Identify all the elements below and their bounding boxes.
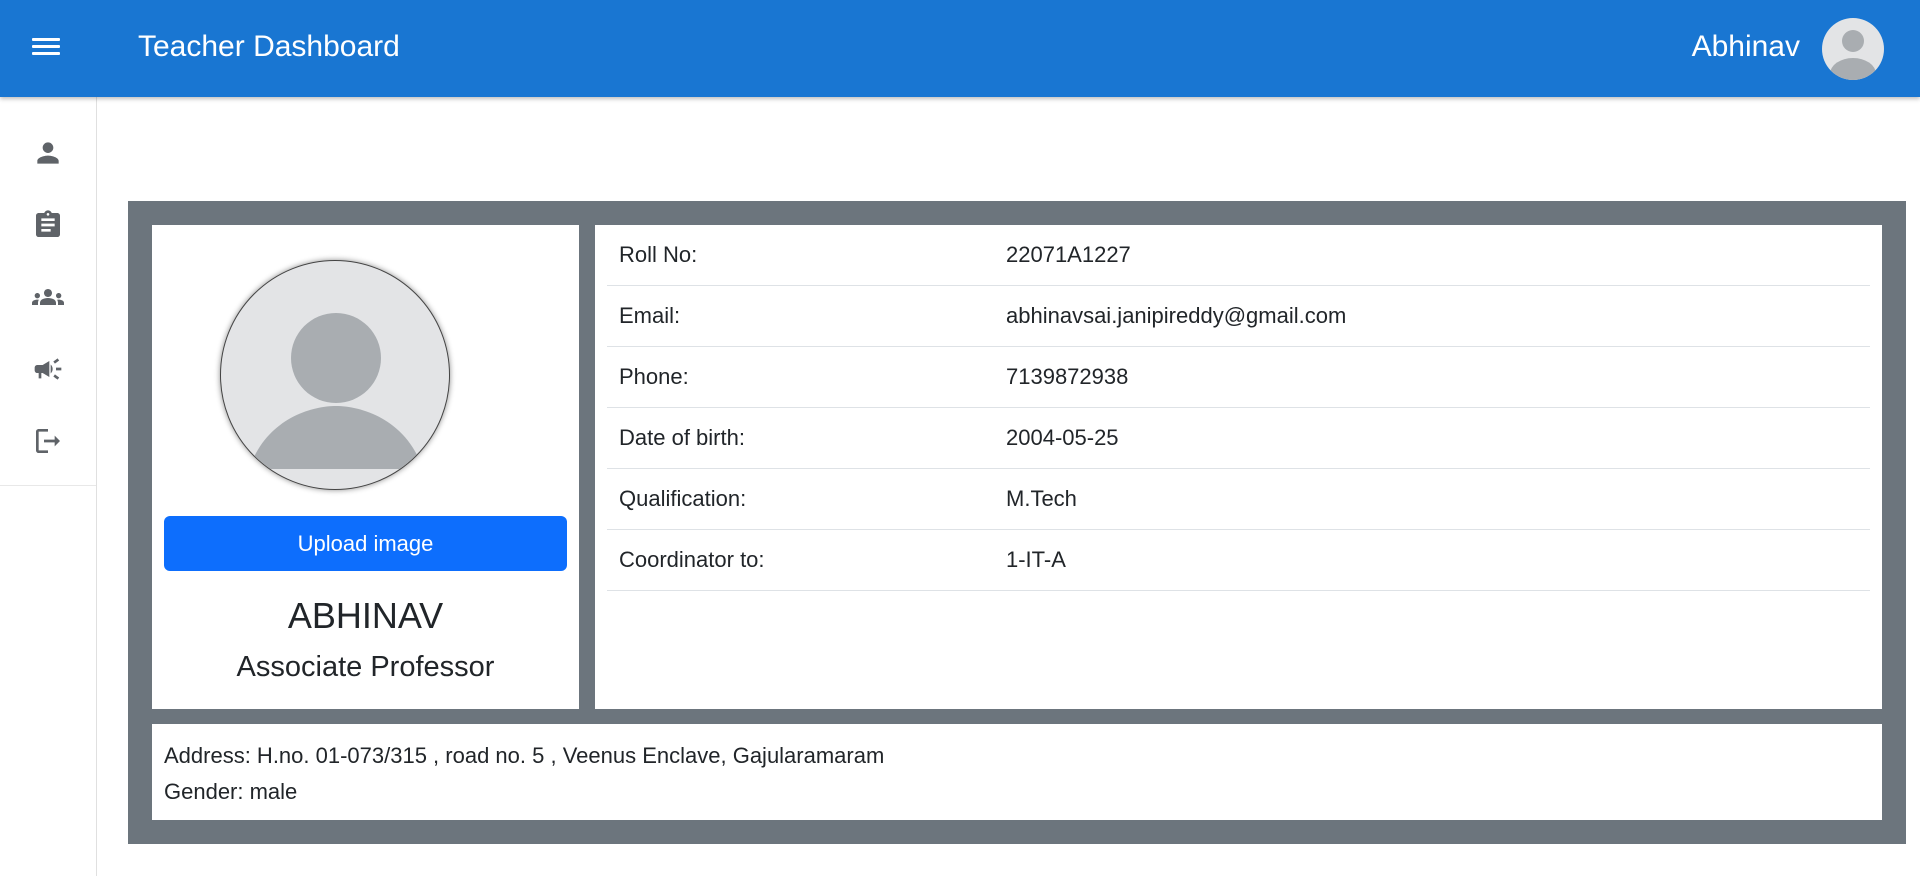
sidebar-item-students[interactable] (0, 261, 96, 333)
groups-icon (32, 289, 64, 305)
detail-value: M.Tech (1006, 486, 1077, 511)
detail-row-coordinator: Coordinator to: 1-IT-A (607, 530, 1870, 591)
detail-value: abhinavsai.janipireddy@gmail.com (1006, 303, 1347, 328)
detail-value: 2004-05-25 (1006, 425, 1119, 450)
detail-label: Coordinator to: (619, 547, 765, 572)
person-icon (37, 142, 59, 164)
address-card: Address: H.no. 01-073/315 , road no. 5 ,… (152, 724, 1882, 820)
detail-label: Email: (619, 303, 681, 328)
avatar-placeholder-icon (249, 313, 423, 469)
address-text: Address: H.no. 01-073/315 , road no. 5 ,… (164, 743, 885, 768)
detail-label: Phone: (619, 364, 689, 389)
profile-container: Upload image ABHINAV Associate Professor… (128, 201, 1906, 844)
logout-icon (36, 429, 60, 453)
user-avatar[interactable] (1822, 18, 1884, 80)
detail-row-roll-no: Roll No: 22071A1227 (607, 225, 1870, 286)
detail-value: 22071A1227 (1006, 242, 1131, 267)
sidebar-item-announcements[interactable] (0, 333, 96, 405)
app-title: Teacher Dashboard (138, 30, 400, 63)
detail-label: Roll No: (619, 242, 698, 267)
detail-value: 7139872938 (1006, 364, 1129, 389)
campaign-icon (34, 358, 62, 380)
detail-row-phone: Phone: 7139872938 (607, 347, 1870, 408)
sidebar-list (0, 97, 96, 486)
gender-text: Gender: male (164, 779, 298, 804)
menu-icon[interactable] (32, 34, 62, 64)
teacher-designation: Associate Professor (236, 651, 495, 683)
detail-value: 1-IT-A (1006, 547, 1066, 572)
user-name[interactable]: Abhinav (1692, 30, 1800, 64)
detail-row-qualification: Qualification: M.Tech (607, 469, 1870, 530)
clipboard-icon (36, 210, 60, 237)
detail-label: Qualification: (619, 486, 747, 511)
sidebar-item-logout[interactable] (0, 405, 96, 477)
detail-row-dob: Date of birth: 2004-05-25 (607, 408, 1870, 469)
sidebar-item-profile[interactable] (0, 117, 96, 189)
sidebar (0, 97, 97, 876)
detail-label: Date of birth: (619, 425, 745, 450)
teacher-name: ABHINAV (287, 595, 444, 636)
profile-avatar (220, 260, 450, 490)
detail-row-email: Email: abhinavsai.janipireddy@gmail.com (607, 286, 1870, 347)
details-card: Roll No: 22071A1227 Email: abhinavsai.ja… (595, 225, 1882, 709)
avatar-placeholder-icon (1830, 30, 1876, 80)
profile-card: Upload image ABHINAV Associate Professor (152, 225, 579, 709)
upload-image-button[interactable]: Upload image (164, 516, 567, 571)
sidebar-item-assignments[interactable] (0, 189, 96, 261)
app-bar: Teacher Dashboard Abhinav (0, 0, 1920, 97)
